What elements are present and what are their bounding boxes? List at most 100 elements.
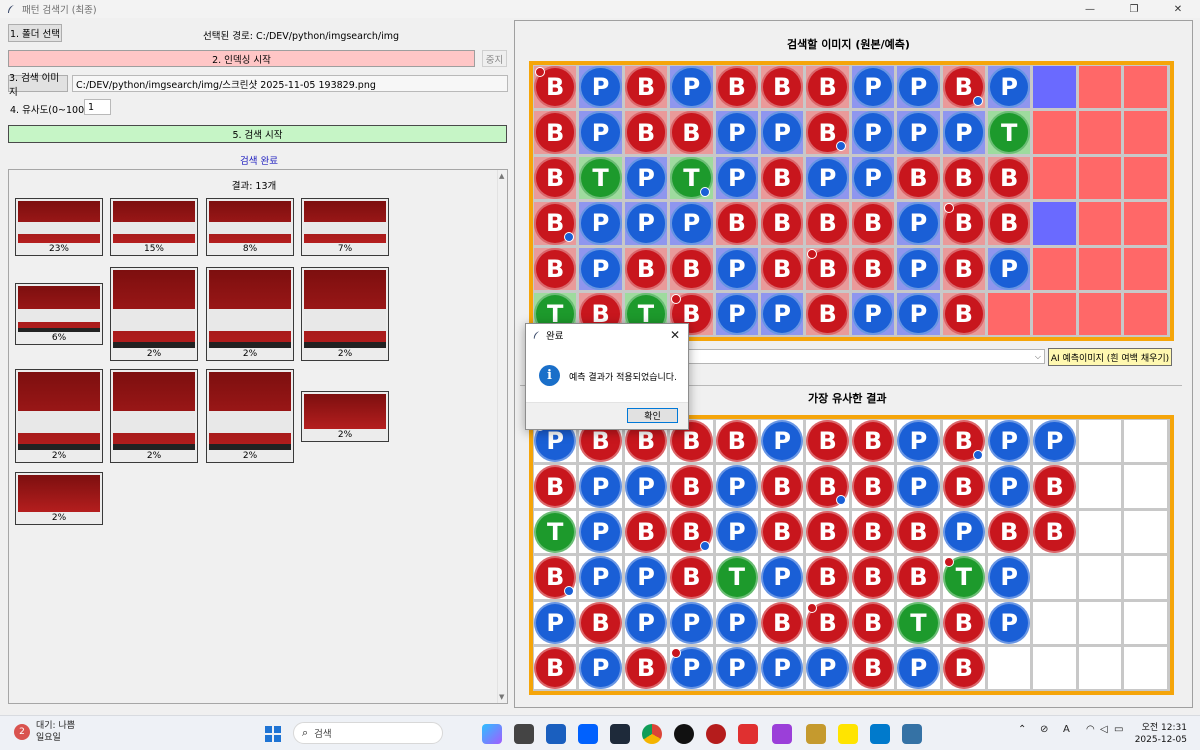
scroll-up-icon[interactable]: ▲ [499, 172, 504, 180]
board-cell: B [806, 465, 849, 508]
network-off-icon[interactable]: ⊘ [1040, 724, 1048, 735]
scroll-down-icon[interactable]: ▼ [499, 693, 504, 701]
banker-bead: B [670, 247, 713, 290]
banker-bead: B [670, 556, 713, 599]
board-cell: B [942, 247, 985, 290]
result-thumbnail[interactable]: 7% [301, 198, 389, 256]
result-thumbnail[interactable]: 2% [301, 267, 389, 361]
results-scrollbar[interactable]: ▲ ▼ [497, 170, 507, 703]
taskbar-search[interactable]: ⌕ 검색 [293, 722, 443, 744]
search-image-path-field[interactable]: C:/DEV/python/imgsearch/img/스크린샷 2025-11… [72, 75, 508, 92]
banker-bead: B [806, 556, 849, 599]
wifi-icon[interactable]: ◠ [1086, 724, 1095, 735]
result-thumbnail[interactable]: 8% [206, 198, 294, 256]
active-app-icon[interactable] [772, 724, 792, 744]
banker-bead: B [534, 247, 577, 290]
result-thumbnail[interactable]: 23% [15, 198, 103, 256]
board-cell: P [579, 556, 622, 599]
board-cell: B [761, 156, 804, 200]
banker-bead: B [624, 647, 668, 690]
copilot-icon[interactable] [482, 724, 502, 744]
board-cell: P [579, 111, 622, 154]
game-icon[interactable] [706, 724, 726, 744]
board-cell: B [806, 556, 849, 599]
board-cell [1033, 66, 1076, 109]
search-image-button[interactable]: 3. 검색 이미지 [8, 73, 68, 98]
input-language[interactable]: A [1063, 724, 1070, 735]
player-bead: P [579, 510, 622, 554]
weather-widget[interactable]: 2 대기: 나쁨 일요일 [14, 720, 75, 744]
dialog-close-icon[interactable]: ✕ [670, 328, 680, 342]
stop-button[interactable]: 중지 [482, 50, 507, 67]
board-cell [1078, 111, 1122, 154]
clock[interactable]: 오전 12:31 2025-12-05 [1135, 722, 1187, 746]
banker-bead: B [624, 111, 668, 154]
board-cell: P [579, 247, 622, 290]
chevron-up-icon[interactable]: ⌃ [1018, 724, 1026, 735]
board-cell: B [806, 601, 849, 644]
board-cell: P [715, 465, 758, 508]
board-cell: P [851, 111, 895, 154]
result-count: 결과: 13개 [231, 181, 277, 192]
model-select[interactable]: ⌵ [680, 349, 1045, 364]
restore-button[interactable]: ❐ [1112, 0, 1156, 18]
board-cell [1078, 247, 1122, 290]
start-indexing-button[interactable]: 2. 인덱싱 시작 [8, 50, 475, 67]
battery-icon[interactable]: ▭ [1114, 724, 1123, 735]
windows-start-icon[interactable] [263, 724, 283, 744]
banker-bead: B [670, 465, 713, 508]
cursor-icon[interactable] [674, 724, 694, 744]
result-thumbnail[interactable]: 2% [15, 472, 103, 525]
board-cell: P [579, 647, 622, 690]
thumbnail-image [18, 475, 100, 512]
result-thumbnail[interactable]: 2% [301, 391, 389, 442]
player-bead: P [897, 420, 940, 463]
board-cell: P [761, 111, 804, 154]
result-thumbnail[interactable]: 2% [110, 369, 198, 463]
player-bead: P [761, 111, 804, 154]
search-image-board: BBBBBTPPTPPBBBPPBTPBTPBBBPPBPPBPBBBPBBPB… [529, 61, 1174, 341]
board-cell [1033, 202, 1076, 245]
ok-button[interactable]: 확인 [627, 408, 678, 423]
player-bead: P [897, 202, 940, 245]
close-button[interactable]: ✕ [1156, 0, 1200, 18]
lol-icon[interactable] [806, 724, 826, 744]
result-similarity: 2% [242, 451, 258, 461]
similarity-input[interactable]: 1 [84, 99, 111, 115]
result-thumbnail[interactable]: 2% [206, 369, 294, 463]
vscode-icon[interactable] [870, 724, 890, 744]
board-cell: B [761, 601, 804, 644]
kakaotalk-icon[interactable] [838, 724, 858, 744]
volume-icon[interactable]: ◁ [1100, 724, 1108, 735]
result-thumbnail[interactable]: 15% [110, 198, 198, 256]
board-cell: P [851, 66, 895, 109]
banker-bead: B [624, 247, 668, 290]
board-cell: B [851, 556, 895, 599]
board-cell: B [897, 156, 940, 200]
python-icon[interactable] [902, 724, 922, 744]
result-similarity: 8% [242, 244, 258, 254]
player-bead: P [806, 647, 849, 690]
result-thumbnail[interactable]: 2% [15, 369, 103, 463]
result-thumbnail[interactable]: 6% [15, 283, 103, 345]
notes-icon[interactable] [738, 724, 758, 744]
result-thumbnail[interactable]: 2% [110, 267, 198, 361]
store-icon[interactable] [546, 724, 566, 744]
ai-predict-button[interactable]: AI 예측이미지 (흰 여백 채우기) [1048, 348, 1172, 366]
task-view-icon[interactable] [514, 724, 534, 744]
player-bead: P [579, 66, 622, 109]
dropbox-icon[interactable] [578, 724, 598, 744]
player-bead: P [534, 601, 577, 644]
player-bead: P [897, 293, 940, 336]
chrome-icon[interactable] [642, 724, 662, 744]
thumbnail-image [304, 270, 386, 348]
minimize-button[interactable]: — [1068, 0, 1112, 18]
board-cell [1078, 601, 1122, 644]
pair-dot [807, 602, 818, 613]
app-icon[interactable] [610, 724, 630, 744]
result-thumbnail[interactable]: 2% [206, 267, 294, 361]
folder-select-button[interactable]: 1. 폴더 선택 [8, 24, 62, 42]
board-cell: B [851, 601, 895, 644]
start-search-button[interactable]: 5. 검색 시작 [8, 125, 507, 143]
board-cell [1078, 465, 1122, 508]
